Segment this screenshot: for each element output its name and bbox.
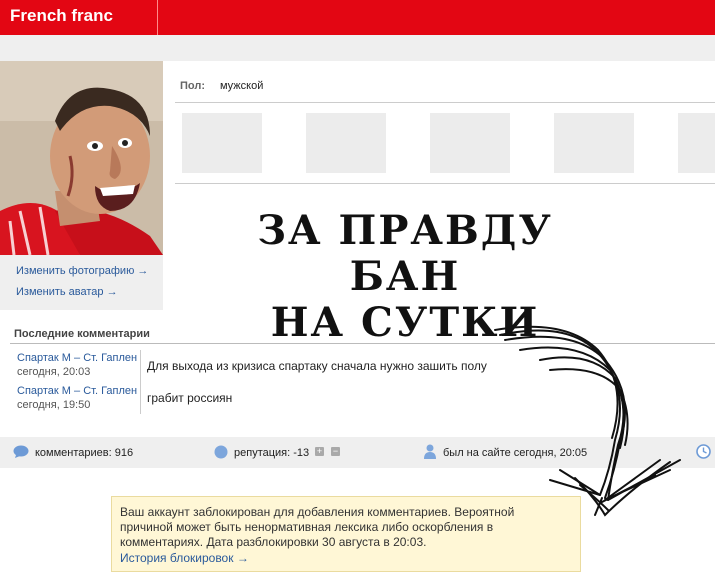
reputation-minus-button[interactable]: − <box>331 447 340 456</box>
reputation-value: репутация: -13 <box>234 447 310 459</box>
comment-text[interactable]: Для выхода из кризиса спартаку сначала н… <box>147 359 487 373</box>
user-icon <box>424 444 436 459</box>
comment-topic-link[interactable]: Спартак М – Ст. Гаплен <box>17 352 137 364</box>
friend-thumbnail[interactable] <box>678 113 715 173</box>
change-avatar-link[interactable]: Изменить аватар → <box>16 286 118 298</box>
gender-value: мужской <box>220 80 264 92</box>
divider <box>140 350 141 414</box>
comments-heading: Последние комментарии <box>14 328 150 340</box>
friend-thumbnail[interactable] <box>182 113 262 173</box>
header-divider <box>157 0 158 35</box>
ban-caption-line: ЗА ПРАВДУ БАН <box>257 207 553 300</box>
block-history-link[interactable]: История блокировок → <box>120 551 249 565</box>
gender-label: Пол: <box>180 80 206 92</box>
scribble-arrow <box>494 325 681 517</box>
sub-header-band <box>0 35 715 61</box>
divider <box>175 183 715 184</box>
comment-text[interactable]: грабит россиян <box>147 391 232 405</box>
change-photo-link[interactable]: Изменить фотографию → <box>16 265 148 277</box>
friend-thumbnail[interactable] <box>430 113 510 173</box>
profile-photo <box>0 61 163 255</box>
friend-thumbnail[interactable] <box>306 113 386 173</box>
site-title[interactable]: French franc <box>10 6 113 26</box>
comments-count: комментариев: 916 <box>35 447 134 459</box>
reputation-plus-button[interactable]: + <box>315 447 324 456</box>
comment-time: сегодня, 19:50 <box>17 399 91 411</box>
comment-topic-link[interactable]: Спартак М – Ст. Гаплен <box>17 385 137 397</box>
comment-bubble-icon <box>13 445 29 458</box>
friend-thumbnail[interactable] <box>554 113 634 173</box>
comment-time: сегодня, 20:03 <box>17 366 91 378</box>
divider <box>175 102 715 103</box>
reputation-icon <box>214 445 228 459</box>
